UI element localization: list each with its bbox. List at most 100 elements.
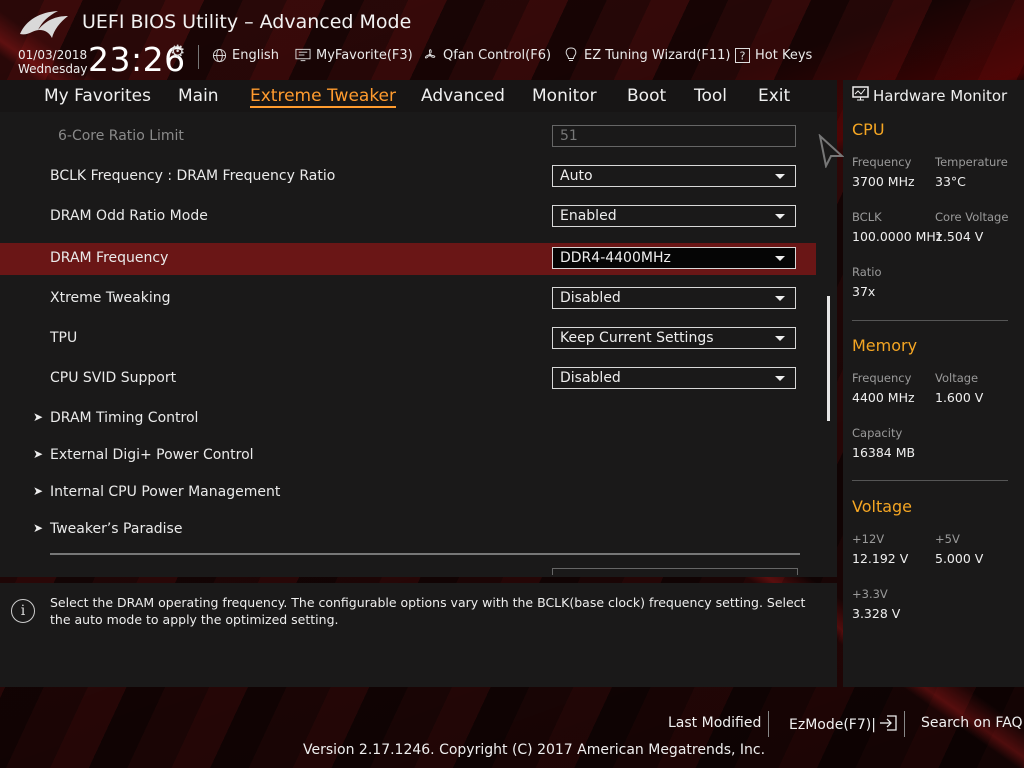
bclk-value: 100.0000 MHz	[852, 229, 943, 244]
xtreme-tweaking-dropdown[interactable]: Disabled	[552, 287, 796, 309]
hot-keys-button[interactable]: ? Hot Keys	[734, 47, 812, 63]
ezmode-label: EzMode(F7)|	[789, 717, 876, 733]
rog-logo-icon	[20, 11, 68, 38]
main-menu-tabs: My Favorites Main Extreme Tweaker Advanc…	[0, 80, 837, 112]
qfan-label: Qfan Control(F6)	[443, 47, 552, 63]
settings-panel: 6-Core Ratio Limit 51 BCLK Frequency : D…	[0, 112, 837, 577]
globe-icon	[211, 47, 227, 63]
capacity-value: 16384 MB	[852, 445, 916, 460]
ratio-limit-input: 51	[552, 125, 796, 147]
tab-boot[interactable]: Boot	[627, 86, 666, 106]
dropdown-value: Disabled	[560, 370, 621, 386]
cpu-temperature-label: Temperature	[935, 155, 1008, 169]
tpu-dropdown[interactable]: Keep Current Settings	[552, 327, 796, 349]
submenu-label: Tweaker’s Paradise	[50, 521, 183, 537]
dram-odd-ratio-dropdown[interactable]: Enabled	[552, 205, 796, 227]
cut-off-field	[552, 568, 798, 575]
chevron-right-icon: ➤	[33, 410, 44, 424]
v33-label: +3.3V	[852, 587, 888, 601]
setting-label: DRAM Frequency	[50, 250, 169, 266]
gear-icon[interactable]: ⚙	[170, 42, 185, 62]
question-box-icon: ?	[734, 47, 750, 63]
setting-label: Xtreme Tweaking	[50, 290, 171, 306]
tab-my-favorites[interactable]: My Favorites	[44, 86, 151, 106]
tab-extreme-tweaker[interactable]: Extreme Tweaker	[250, 86, 397, 108]
setting-row-bclk-dram-ratio[interactable]: BCLK Frequency : DRAM Frequency Ratio Au…	[0, 161, 816, 193]
setting-row-dram-frequency[interactable]: DRAM Frequency DDR4-4400MHz	[0, 243, 816, 275]
setting-row-tpu[interactable]: TPU Keep Current Settings	[0, 323, 816, 355]
day-text: Wednesday	[18, 62, 88, 76]
submenu-internal-cpu-power-management[interactable]: ➤ Internal CPU Power Management	[0, 479, 816, 507]
v5-value: 5.000 V	[935, 551, 984, 566]
copyright-text: Version 2.17.1246. Copyright (C) 2017 Am…	[303, 742, 766, 758]
hardware-monitor-panel: Hardware Monitor CPU Frequency Temperatu…	[843, 80, 1024, 687]
search-faq-button[interactable]: Search on FAQ	[921, 715, 1023, 731]
info-icon: i	[11, 599, 35, 623]
core-voltage-value: 1.504 V	[935, 229, 984, 244]
date-display: 01/03/2018 Wednesday	[18, 48, 87, 76]
submenu-label: External Digi+ Power Control	[50, 447, 254, 463]
section-divider	[50, 553, 800, 555]
submenu-label: Internal CPU Power Management	[50, 484, 281, 500]
date-text: 01/03/2018	[18, 48, 88, 62]
myfavorite-button[interactable]: MyFavorite(F3)	[295, 47, 413, 63]
ez-tuning-label: EZ Tuning Wizard(F11)	[584, 47, 731, 63]
submenu-external-digi-power-control[interactable]: ➤ External Digi+ Power Control	[0, 442, 816, 470]
cpu-section-title: CPU	[852, 120, 885, 139]
settings-scrollbar[interactable]	[827, 296, 830, 421]
qfan-control-button[interactable]: Qfan Control(F6)	[422, 47, 551, 63]
setting-label: BCLK Frequency : DRAM Frequency Ratio	[50, 168, 336, 184]
submenu-dram-timing-control[interactable]: ➤ DRAM Timing Control	[0, 405, 816, 433]
ratio-value: 37x	[852, 284, 876, 299]
dropdown-value: Enabled	[560, 208, 617, 224]
dropdown-value: Disabled	[560, 290, 621, 306]
tab-advanced[interactable]: Advanced	[421, 86, 505, 106]
ez-tuning-wizard-button[interactable]: EZ Tuning Wizard(F11)	[563, 47, 730, 63]
memory-frequency-label: Frequency	[852, 371, 912, 385]
tab-tool[interactable]: Tool	[694, 86, 727, 106]
tab-main[interactable]: Main	[178, 86, 219, 106]
hardware-monitor-title: Hardware Monitor	[873, 86, 1008, 105]
app-title: UEFI BIOS Utility – Advanced Mode	[82, 11, 412, 33]
cpu-temperature-value: 33°C	[935, 174, 966, 189]
setting-label: 6-Core Ratio Limit	[58, 128, 184, 144]
setting-label: TPU	[50, 330, 78, 346]
monitor-star-icon	[295, 47, 311, 63]
cpu-svid-dropdown[interactable]: Disabled	[552, 367, 796, 389]
help-panel: i Select the DRAM operating frequency. T…	[0, 583, 837, 687]
tab-monitor[interactable]: Monitor	[532, 86, 597, 106]
lightbulb-icon	[563, 47, 579, 63]
memory-frequency-value: 4400 MHz	[852, 390, 915, 405]
capacity-label: Capacity	[852, 426, 903, 440]
dram-frequency-dropdown[interactable]: DDR4-4400MHz	[552, 247, 796, 269]
tab-exit[interactable]: Exit	[758, 86, 790, 106]
help-text: Select the DRAM operating frequency. The…	[50, 595, 806, 627]
setting-row-dram-odd-ratio-mode[interactable]: DRAM Odd Ratio Mode Enabled	[0, 201, 816, 233]
language-button[interactable]: English	[211, 47, 279, 63]
v33-value: 3.328 V	[852, 606, 901, 621]
chevron-right-icon: ➤	[33, 521, 44, 535]
setting-row-xtreme-tweaking[interactable]: Xtreme Tweaking Disabled	[0, 283, 816, 315]
cpu-frequency-value: 3700 MHz	[852, 174, 915, 189]
submenu-tweakers-paradise[interactable]: ➤ Tweaker’s Paradise	[0, 516, 816, 544]
footer-divider	[904, 711, 905, 737]
setting-label: CPU SVID Support	[50, 370, 177, 386]
cpu-frequency-label: Frequency	[852, 155, 912, 169]
setting-row-cpu-svid-support[interactable]: CPU SVID Support Disabled	[0, 363, 816, 395]
fan-icon	[422, 47, 438, 63]
voltage-section-title: Voltage	[852, 497, 913, 516]
section-divider	[852, 480, 1008, 481]
bclk-label: BCLK	[852, 210, 882, 224]
submenu-label: DRAM Timing Control	[50, 410, 199, 426]
mouse-pointer-icon	[818, 134, 844, 168]
v12-label: +12V	[852, 532, 885, 546]
setting-label: DRAM Odd Ratio Mode	[50, 208, 208, 224]
exit-arrow-icon	[878, 715, 898, 735]
bclk-dram-ratio-dropdown[interactable]: Auto	[552, 165, 796, 187]
header-divider	[198, 45, 199, 69]
ezmode-button[interactable]: EzMode(F7)|	[789, 715, 898, 735]
last-modified-button[interactable]: Last Modified	[668, 715, 761, 731]
dropdown-arrow-icon	[775, 336, 785, 341]
hot-keys-label: Hot Keys	[755, 47, 813, 63]
memory-section-title: Memory	[852, 336, 918, 355]
